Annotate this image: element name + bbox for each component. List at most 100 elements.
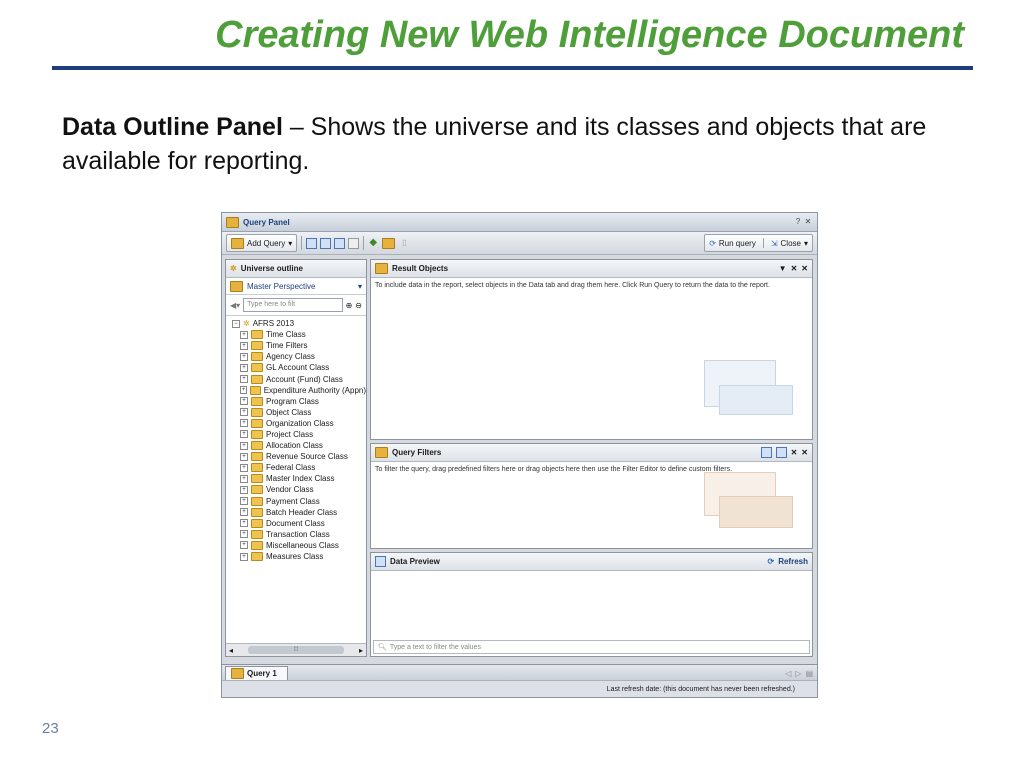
query-properties-icon[interactable] (382, 237, 396, 249)
tree-class-item[interactable]: + Miscellaneous Class (226, 540, 366, 551)
tree-class-item[interactable]: + Vendor Class (226, 484, 366, 495)
outline-search-input[interactable]: Type here to filt (243, 298, 343, 312)
tab-prev-icon[interactable]: ◁ (785, 669, 791, 678)
remove-all-icon[interactable]: ✕ (801, 264, 808, 273)
data-preview-header: Data Preview ⟳ Refresh (371, 553, 812, 571)
tree-class-item[interactable]: + Time Filters (226, 340, 366, 351)
expand-toggle-icon[interactable]: + (240, 341, 248, 350)
scroll-right-icon[interactable]: ▸ (356, 646, 366, 655)
refresh-button[interactable]: Refresh (778, 557, 808, 566)
tree-class-item[interactable]: + GL Account Class (226, 362, 366, 373)
tree-class-item[interactable]: + Document Class (226, 518, 366, 529)
scroll-left-icon[interactable]: ◂ (226, 646, 236, 655)
query-filters-title: Query Filters (392, 448, 442, 457)
tree-class-item[interactable]: + Allocation Class (226, 440, 366, 451)
sql-icon[interactable]: ▯ (399, 238, 409, 248)
tree-class-item[interactable]: + Time Class (226, 329, 366, 340)
tree-class-item[interactable]: + Revenue Source Class (226, 451, 366, 462)
collapse-all-icon[interactable]: ⊖ (355, 301, 362, 310)
preview-filter-input[interactable]: 🔍︎ Type a text to filter the values (373, 640, 810, 654)
expand-toggle-icon[interactable]: + (240, 530, 248, 539)
tab-query-1[interactable]: Query 1 (225, 665, 288, 681)
folder-icon (251, 441, 263, 451)
remove-icon[interactable]: ✕ (791, 264, 798, 273)
layout-view-icon[interactable] (348, 237, 360, 249)
expand-toggle-icon[interactable]: + (240, 386, 248, 395)
query-filters-icon (375, 447, 388, 458)
tree-class-item[interactable]: + Payment Class (226, 496, 366, 507)
tree-root[interactable]: − ✲ AFRS 2013 (226, 318, 366, 329)
filter-options-icon[interactable]: ◀▾ (230, 301, 240, 310)
expand-toggle-icon[interactable]: + (240, 408, 248, 417)
folder-icon (251, 330, 263, 340)
add-query-button[interactable]: Add Query ▾ (226, 234, 298, 252)
universe-outline-panel: ✲ Universe outline Master Perspective ▾ … (225, 259, 367, 657)
slide-body-text: Data Outline Panel – Shows the universe … (62, 110, 962, 178)
tree-class-item[interactable]: + Master Index Class (226, 473, 366, 484)
expand-toggle-icon[interactable]: + (240, 519, 248, 528)
filter-icon[interactable]: ▼ (779, 264, 787, 273)
outline-view-icon[interactable] (306, 237, 318, 249)
refresh-icon[interactable]: ⟳ (768, 557, 775, 566)
preview-view-icon[interactable] (334, 237, 346, 249)
tree-class-item[interactable]: + Transaction Class (226, 529, 366, 540)
expand-toggle-icon[interactable]: + (240, 552, 248, 561)
tree-class-item[interactable]: + Program Class (226, 396, 366, 407)
close-label[interactable]: Close (781, 239, 801, 248)
tree-class-item[interactable]: + Batch Header Class (226, 507, 366, 518)
expand-toggle-icon[interactable]: + (240, 430, 248, 439)
run-query-button[interactable]: ⟳ Run query ⇲ Close ▾ (704, 234, 813, 252)
toolbar-separator (301, 236, 303, 250)
remove-icon[interactable]: ✕ (791, 448, 798, 457)
expand-toggle-icon[interactable]: + (240, 330, 248, 339)
tab-list-icon[interactable]: ▤ (805, 669, 813, 678)
expand-toggle-icon[interactable]: + (240, 497, 248, 506)
perspective-select[interactable]: Master Perspective ▾ (226, 278, 366, 295)
query-tab-icon (231, 668, 244, 679)
universe-icon: ✲ (243, 319, 250, 329)
add-filter-icon[interactable] (760, 447, 772, 458)
expand-toggle-icon[interactable]: + (240, 363, 248, 372)
result-objects-title: Result Objects (392, 264, 449, 273)
collapse-toggle-icon[interactable]: − (232, 319, 240, 328)
tree-class-item[interactable]: + Organization Class (226, 418, 366, 429)
remove-all-icon[interactable]: ✕ (801, 448, 808, 457)
tree-class-item[interactable]: + Expenditure Authority (Appn) (226, 385, 366, 396)
expand-toggle-icon[interactable]: + (240, 485, 248, 494)
expand-toggle-icon[interactable]: + (240, 352, 248, 361)
tab-next-icon[interactable]: ▷ (795, 669, 801, 678)
expand-toggle-icon[interactable]: + (240, 463, 248, 472)
folder-icon (251, 452, 263, 462)
expand-toggle-icon[interactable]: + (240, 375, 248, 384)
folder-icon (251, 540, 263, 550)
window-title: Query Panel (243, 217, 290, 227)
tree-class-item[interactable]: + Agency Class (226, 351, 366, 362)
expand-toggle-icon[interactable]: + (240, 419, 248, 428)
expand-toggle-icon[interactable]: + (240, 474, 248, 483)
expand-toggle-icon[interactable]: + (240, 452, 248, 461)
expand-all-icon[interactable]: ⊕ (346, 301, 353, 310)
tree-class-item[interactable]: + Account (Fund) Class (226, 373, 366, 384)
run-query-label: Run query (718, 238, 756, 248)
result-objects-panel[interactable]: Result Objects ▼ ✕ ✕ To include data in … (370, 259, 813, 440)
add-prompt-icon[interactable] (775, 447, 787, 458)
folder-icon (251, 518, 263, 528)
tree-class-item[interactable]: + Object Class (226, 407, 366, 418)
tree-class-item[interactable]: + Project Class (226, 429, 366, 440)
expand-toggle-icon[interactable]: + (240, 508, 248, 517)
query-filters-header: Query Filters ✕ ✕ (371, 444, 812, 462)
scrollbar-thumb[interactable]: ⁞⁞⁞ (248, 646, 344, 654)
tree-class-item[interactable]: + Measures Class (226, 551, 366, 562)
tree-class-item[interactable]: + Federal Class (226, 462, 366, 473)
query-filters-panel[interactable]: Query Filters ✕ ✕ To filter the query, d… (370, 443, 813, 549)
expand-toggle-icon[interactable]: + (240, 441, 248, 450)
filter-view-icon[interactable] (320, 237, 332, 249)
help-icon[interactable]: ? (793, 217, 803, 227)
folder-icon (251, 396, 263, 406)
close-icon[interactable]: ✕ (803, 217, 813, 227)
expand-toggle-icon[interactable]: + (240, 397, 248, 406)
expand-toggle-icon[interactable]: + (240, 541, 248, 550)
combined-query-icon[interactable]: ◆ (368, 238, 378, 248)
outline-horizontal-scrollbar[interactable]: ◂ ⁞⁞⁞ ▸ (226, 643, 366, 656)
universe-name: AFRS 2013 (252, 319, 295, 329)
